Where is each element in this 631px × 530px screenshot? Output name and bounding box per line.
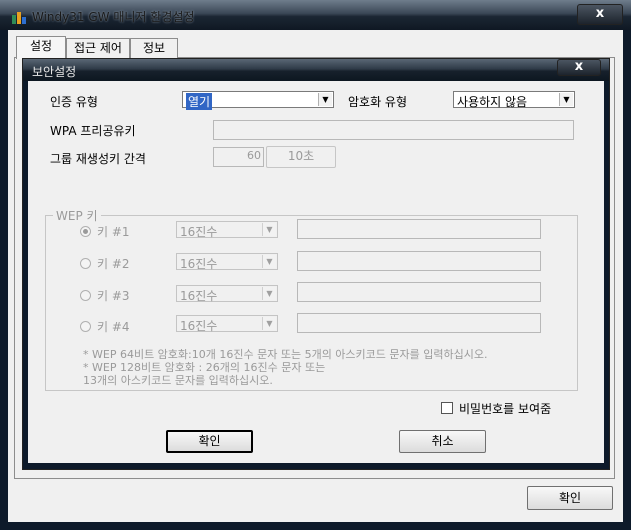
dialog-close-button[interactable]: x bbox=[557, 59, 601, 76]
wep-key-1-format-select[interactable]: 16진수 ▼ bbox=[176, 221, 278, 239]
wep-key-1-label: 키 #1 bbox=[97, 225, 130, 239]
window-title: Windy31 GW 매니저 환경설정 bbox=[32, 10, 195, 24]
chevron-down-icon: ▼ bbox=[262, 255, 276, 268]
tab-access-control[interactable]: 접근 제어 bbox=[66, 38, 130, 59]
dialog-title: 보안설정 bbox=[32, 65, 77, 79]
dialog-ok-button[interactable]: 확인 bbox=[166, 430, 253, 453]
wep-note-128bit-cont: 13개의 아스키코드 문자를 입력하십시오. bbox=[83, 374, 273, 387]
window-close-button[interactable]: x bbox=[577, 4, 623, 25]
wep-key-4-label: 키 #4 bbox=[97, 320, 130, 334]
dialog-cancel-button[interactable]: 취소 bbox=[399, 430, 486, 453]
wep-key-2-radio[interactable] bbox=[80, 258, 91, 269]
chevron-down-icon: ▼ bbox=[559, 93, 573, 106]
wep-key-3-format-value: 16진수 bbox=[180, 289, 218, 303]
wep-key-2-format-value: 16진수 bbox=[180, 257, 218, 271]
chevron-down-icon: ▼ bbox=[262, 223, 276, 236]
encryption-type-select[interactable]: 사용하지 않음 ▼ bbox=[453, 91, 575, 109]
show-password-checkbox[interactable] bbox=[441, 402, 453, 414]
wep-key-1-format-value: 16진수 bbox=[180, 225, 218, 239]
wep-key-2-label: 키 #2 bbox=[97, 257, 130, 271]
wpa-key-input[interactable] bbox=[213, 120, 574, 140]
dialog-titlebar[interactable] bbox=[23, 59, 609, 81]
wep-key-4-radio[interactable] bbox=[80, 321, 91, 332]
rekey-unit-button[interactable]: 10초 bbox=[266, 146, 336, 168]
group-rekey-label: 그룹 재생성키 간격 bbox=[50, 152, 146, 166]
wep-key-1-radio[interactable] bbox=[80, 226, 91, 237]
chevron-down-icon: ▼ bbox=[262, 287, 276, 300]
encryption-type-label: 암호화 유형 bbox=[348, 95, 408, 109]
wep-key-legend: WEP 키 bbox=[53, 207, 101, 224]
wep-key-2-input[interactable] bbox=[297, 251, 541, 271]
auth-type-select[interactable]: 열기 ▼ bbox=[182, 91, 334, 110]
wep-key-4-format-select[interactable]: 16진수 ▼ bbox=[176, 315, 278, 333]
group-rekey-input[interactable]: 60 bbox=[213, 147, 264, 167]
app-icon bbox=[11, 9, 27, 25]
wep-key-3-format-select[interactable]: 16진수 ▼ bbox=[176, 285, 278, 303]
wep-key-3-label: 키 #3 bbox=[97, 289, 130, 303]
tab-settings[interactable]: 설정 bbox=[16, 36, 66, 59]
tab-info[interactable]: 정보 bbox=[130, 38, 178, 59]
wep-key-3-input[interactable] bbox=[297, 282, 541, 302]
auth-type-value: 열기 bbox=[186, 93, 213, 110]
wep-key-1-input[interactable] bbox=[297, 219, 541, 239]
show-password-label: 비밀번호를 보여줌 bbox=[459, 402, 552, 416]
wep-key-4-format-value: 16진수 bbox=[180, 319, 218, 333]
window-ok-button[interactable]: 확인 bbox=[527, 486, 613, 510]
encryption-type-value: 사용하지 않음 bbox=[457, 95, 528, 109]
wep-key-2-format-select[interactable]: 16진수 ▼ bbox=[176, 253, 278, 271]
chevron-down-icon: ▼ bbox=[262, 317, 276, 330]
auth-type-label: 인증 유형 bbox=[50, 95, 98, 109]
chevron-down-icon: ▼ bbox=[318, 93, 332, 106]
wep-key-3-radio[interactable] bbox=[80, 290, 91, 301]
wpa-key-label: WPA 프리공유키 bbox=[50, 124, 136, 138]
wep-key-4-input[interactable] bbox=[297, 313, 541, 333]
